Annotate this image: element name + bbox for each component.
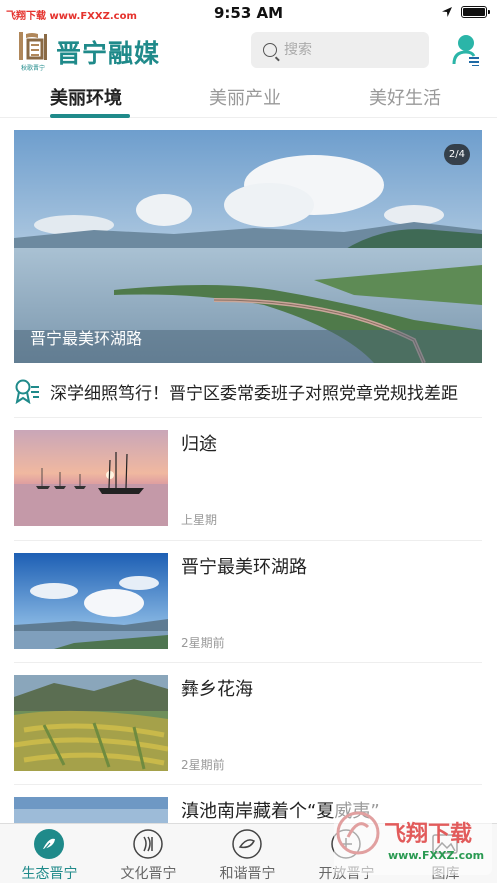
user-icon[interactable] bbox=[452, 34, 480, 66]
nav-label: 生态晋宁 bbox=[21, 866, 78, 882]
harmony-icon bbox=[232, 829, 262, 859]
ecology-icon bbox=[34, 829, 64, 859]
award-icon bbox=[15, 379, 39, 404]
battery-icon bbox=[461, 6, 490, 18]
nav-label: 和谐晋宁 bbox=[219, 866, 276, 882]
tab-industry[interactable]: 美丽产业 bbox=[209, 84, 281, 110]
news-thumbnail bbox=[14, 675, 168, 771]
slide-counter-badge: 2/4 bbox=[443, 144, 470, 165]
culture-icon bbox=[133, 829, 163, 859]
nav-ecology[interactable]: 生态晋宁 bbox=[0, 824, 99, 883]
divider bbox=[14, 784, 482, 785]
news-item[interactable]: 彝乡花海 2星期前 bbox=[14, 675, 482, 772]
news-title: 晋宁最美环湖路 bbox=[181, 557, 307, 578]
search-input[interactable] bbox=[284, 42, 414, 58]
status-bar: 飞翔下载 www.FXXZ.com 9:53 AM bbox=[0, 0, 497, 28]
location-arrow-icon bbox=[442, 7, 452, 17]
headline-text: 深学细照笃行！晋宁区委常委班子对照党章党规找差距 bbox=[50, 383, 458, 404]
logo-icon: 秋歌晋宁 bbox=[19, 32, 47, 72]
news-time: 2星期前 bbox=[181, 636, 225, 650]
category-tabs: 美丽环境 美丽产业 美好生活 bbox=[0, 78, 497, 118]
news-item[interactable]: 归途 上星期 bbox=[14, 430, 482, 527]
divider bbox=[14, 662, 482, 663]
news-item[interactable]: 晋宁最美环湖路 2星期前 bbox=[14, 553, 482, 650]
news-thumbnail bbox=[14, 797, 168, 823]
tab-life[interactable]: 美好生活 bbox=[369, 84, 441, 110]
divider bbox=[14, 540, 482, 541]
watermark-brand: 飞翔下载 bbox=[384, 821, 472, 847]
news-thumbnail bbox=[14, 430, 168, 526]
app-title: 晋宁融媒 bbox=[56, 39, 161, 68]
nav-harmony[interactable]: 和谐晋宁 bbox=[198, 824, 297, 883]
headline-row[interactable]: 深学细照笃行！晋宁区委常委班子对照党章党规找差距 bbox=[14, 376, 482, 406]
hero-banner[interactable]: 晋宁最美环湖路 2/4 bbox=[14, 130, 482, 363]
divider bbox=[14, 417, 482, 418]
tab-environment[interactable]: 美丽环境 bbox=[50, 84, 122, 110]
nav-culture[interactable]: 文化晋宁 bbox=[99, 824, 198, 883]
site-watermark-logo: 飞翔下载 www.FXXZ.com bbox=[334, 797, 492, 875]
status-time: 9:53 AM bbox=[213, 4, 284, 22]
search-bar[interactable] bbox=[251, 32, 429, 68]
news-title: 彝乡花海 bbox=[181, 679, 253, 700]
app-header: 秋歌晋宁 晋宁融媒 bbox=[0, 28, 497, 74]
news-time: 上星期 bbox=[181, 513, 218, 527]
news-title: 归途 bbox=[181, 434, 217, 455]
nav-label: 文化晋宁 bbox=[120, 866, 177, 882]
watermark-url: www.FXXZ.com bbox=[388, 849, 484, 862]
tab-active-indicator bbox=[50, 114, 130, 118]
news-time: 2星期前 bbox=[181, 758, 225, 772]
hero-caption: 晋宁最美环湖路 bbox=[30, 329, 143, 348]
search-icon bbox=[263, 43, 277, 57]
news-thumbnail bbox=[14, 553, 168, 649]
logo-subtitle: 秋歌晋宁 bbox=[21, 64, 45, 72]
